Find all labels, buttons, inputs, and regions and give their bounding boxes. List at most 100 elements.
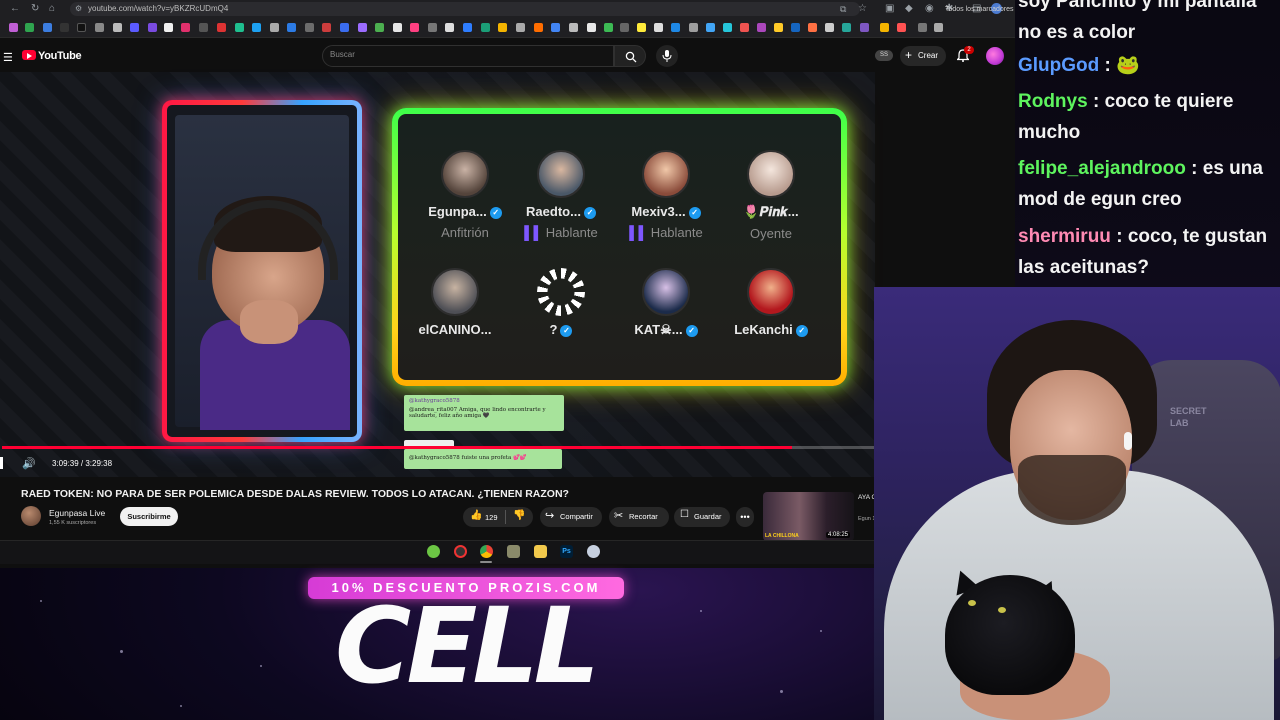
bookmark-icon[interactable] <box>287 23 296 32</box>
pause-icon[interactable] <box>0 457 3 469</box>
bookmark-icon[interactable] <box>9 23 18 32</box>
bookmark-icon[interactable] <box>252 23 261 32</box>
space-user-card[interactable]: elCANINO... <box>400 268 510 337</box>
account-avatar[interactable] <box>986 47 1004 65</box>
bookmark-icon[interactable] <box>498 23 507 32</box>
bookmark-icon[interactable] <box>880 23 889 32</box>
back-icon[interactable]: ← <box>10 3 20 15</box>
bookmark-icon[interactable] <box>918 23 927 32</box>
ss-badge[interactable]: SS <box>875 50 893 61</box>
subscribe-button[interactable]: Suscribirme <box>120 507 178 526</box>
extension-icon[interactable]: ◉ <box>925 3 934 15</box>
bookmark-icon[interactable] <box>235 23 244 32</box>
bookmark-icon[interactable] <box>791 23 800 32</box>
folder-icon[interactable] <box>534 545 547 558</box>
home-icon[interactable]: ⌂ <box>49 3 55 15</box>
bookmark-icon[interactable] <box>534 23 543 32</box>
bookmark-icon[interactable] <box>604 23 613 32</box>
folder-icon[interactable] <box>934 23 943 32</box>
bookmark-icon[interactable] <box>445 23 454 32</box>
bookmark-icon[interactable] <box>130 23 139 32</box>
bookmark-icon[interactable] <box>723 23 732 32</box>
extension-icon[interactable]: ◆ <box>905 3 913 15</box>
volume-icon[interactable]: 🔊 <box>22 457 36 470</box>
bookmark-icon[interactable] <box>706 23 715 32</box>
search-button[interactable] <box>614 45 646 67</box>
space-user-card[interactable]: Mexiv3... ✓ ▌▌ Hablante <box>611 150 721 240</box>
space-user-name: Egunpa... ✓ <box>410 204 520 219</box>
bookmark-icon[interactable] <box>305 23 314 32</box>
bookmark-icon[interactable] <box>481 23 490 32</box>
x-icon[interactable] <box>60 23 69 32</box>
chrome-icon[interactable] <box>480 545 493 558</box>
bookmark-icon[interactable] <box>428 23 437 32</box>
bookmark-icon[interactable] <box>393 23 402 32</box>
bookmark-icon[interactable] <box>199 23 208 32</box>
search-input[interactable]: Buscar <box>330 50 355 59</box>
site-info-icon[interactable]: ⚙ <box>75 3 82 15</box>
bookmark-icon[interactable] <box>113 23 122 32</box>
channel-name[interactable]: Egunpasa Live <box>49 508 105 518</box>
space-user-card[interactable]: LeKanchi ✓ <box>716 268 826 337</box>
tab-icon[interactable]: ⧉ <box>840 3 846 15</box>
bookmark-icon[interactable] <box>551 23 560 32</box>
dislike-icon[interactable]: 👎 <box>513 510 525 521</box>
space-user-card[interactable]: 🌷𝑷𝒊𝒏𝒌... Oyente <box>716 150 826 241</box>
app-icon[interactable] <box>427 545 440 558</box>
voice-search-button[interactable] <box>656 45 678 67</box>
reload-icon[interactable]: ↻ <box>31 3 39 15</box>
like-icon[interactable]: 👍 <box>470 510 482 521</box>
bookmark-icon[interactable] <box>569 23 578 32</box>
space-user-name: 🌷𝑷𝒊𝒏𝒌... <box>743 204 799 219</box>
playlist-add-icon: ☐ <box>680 509 689 520</box>
bookmark-star-icon[interactable]: ☆ <box>858 3 867 15</box>
bookmark-icon[interactable] <box>860 23 869 32</box>
like-count[interactable]: 129 <box>485 513 498 522</box>
bookmark-icon[interactable] <box>516 23 525 32</box>
app-icon[interactable] <box>587 545 600 558</box>
bookmark-icon[interactable] <box>740 23 749 32</box>
space-user-card[interactable]: Egunpa... ✓ Anfitrión <box>410 150 520 240</box>
app-icon[interactable] <box>507 545 520 558</box>
search-box[interactable] <box>322 45 614 67</box>
youtube-logo-text[interactable]: YouTube <box>38 50 82 62</box>
bookmark-icon[interactable] <box>671 23 680 32</box>
all-bookmarks-link[interactable]: Todos los marcadores <box>945 6 1013 13</box>
tiktok-icon[interactable] <box>77 23 86 32</box>
bookmark-icon[interactable] <box>375 23 384 32</box>
bookmark-icon[interactable] <box>95 23 104 32</box>
extension-icon[interactable]: ▣ <box>885 3 894 15</box>
bookmark-icon[interactable] <box>637 23 646 32</box>
bookmark-icon[interactable] <box>358 23 367 32</box>
bookmark-icon[interactable] <box>463 23 472 32</box>
instagram-icon[interactable] <box>181 23 190 32</box>
bookmark-icon[interactable] <box>217 23 226 32</box>
recommended-video-title[interactable]: AYA GUE <box>858 494 874 502</box>
space-user-card[interactable]: ? ✓ <box>506 268 616 337</box>
bookmark-icon[interactable] <box>757 23 766 32</box>
bookmark-icon[interactable] <box>620 23 629 32</box>
menu-icon[interactable]: ☰ <box>3 51 13 64</box>
channel-avatar[interactable] <box>21 506 41 526</box>
bookmark-icon[interactable] <box>164 23 173 32</box>
bookmark-icon[interactable] <box>43 23 52 32</box>
bookmark-icon[interactable] <box>410 23 419 32</box>
bookmark-icon[interactable] <box>340 23 349 32</box>
bookmark-icon[interactable] <box>148 23 157 32</box>
bookmark-icon[interactable] <box>25 23 34 32</box>
space-user-card[interactable]: KAT☠... ✓ <box>611 268 721 338</box>
bookmark-icon[interactable] <box>897 23 906 32</box>
bookmark-icon[interactable] <box>654 23 663 32</box>
more-actions-button[interactable]: ••• <box>736 507 754 527</box>
photoshop-icon[interactable]: Ps <box>560 545 573 558</box>
bookmark-icon[interactable] <box>774 23 783 32</box>
bookmark-icon[interactable] <box>689 23 698 32</box>
app-icon[interactable] <box>454 545 467 558</box>
bookmark-icon[interactable] <box>842 23 851 32</box>
bookmark-icon[interactable] <box>808 23 817 32</box>
space-user-card[interactable]: Raedto... ✓ ▌▌ Hablante <box>506 150 616 240</box>
bookmark-icon[interactable] <box>587 23 596 32</box>
bookmark-icon[interactable] <box>270 23 279 32</box>
bookmark-icon[interactable] <box>322 23 331 32</box>
bookmark-icon[interactable] <box>825 23 834 32</box>
